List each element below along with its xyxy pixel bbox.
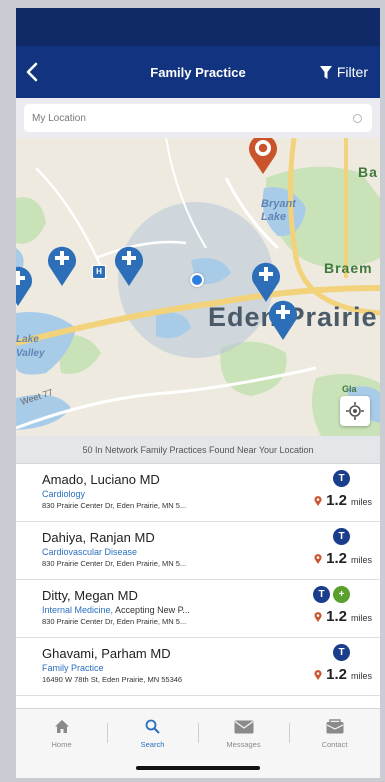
hospital-marker-icon: H xyxy=(92,265,106,279)
map-label-top-right: Ba xyxy=(358,164,378,180)
distance-value: 1.2 xyxy=(326,492,347,509)
search-icon xyxy=(145,719,160,736)
specialty-text: Cardiology xyxy=(42,489,86,499)
tier-badge: T xyxy=(313,586,330,603)
provider-name: Amado, Luciano MD xyxy=(42,472,160,487)
accepting-patients-badge: + xyxy=(333,586,350,603)
map-base xyxy=(16,138,380,436)
map-label-lake: Bryant Lake xyxy=(261,198,296,223)
provider-badges: T xyxy=(333,644,350,661)
home-indicator xyxy=(136,766,260,770)
map-label-edge-left-top: Lake xyxy=(16,334,39,345)
tab-messages[interactable]: Messages xyxy=(198,709,289,759)
map-view[interactable]: Eden Prairie Bryant Lake Braem Lake Vall… xyxy=(16,138,380,436)
map-pin[interactable] xyxy=(16,264,34,306)
result-row[interactable]: Dahiya, Ranjan MD Cardiovascular Disease… xyxy=(16,522,380,580)
result-row[interactable]: Ghavami, Parham MD Family Practice 16490… xyxy=(16,638,380,696)
provider-specialty: Cardiovascular Disease xyxy=(42,547,267,557)
distance-value: 1.2 xyxy=(326,666,347,683)
map-pin[interactable] xyxy=(113,244,145,286)
specialty-text: Cardiovascular Disease xyxy=(42,547,138,557)
location-pin-icon xyxy=(314,669,322,680)
recenter-button[interactable] xyxy=(340,396,370,426)
map-label-braemar: Braem xyxy=(324,260,373,276)
specialty-text: Family Practice xyxy=(42,663,104,673)
provider-badges: T + xyxy=(313,586,350,603)
map-label-bottom-right: Gla xyxy=(342,384,357,394)
provider-specialty: Family Practice xyxy=(42,663,267,673)
results-list: Amado, Luciano MD Cardiology 830 Prairie… xyxy=(16,464,380,696)
user-location-dot xyxy=(190,273,204,287)
map-pin[interactable] xyxy=(46,244,78,286)
provider-distance: 1.2 miles xyxy=(314,550,372,567)
result-row[interactable]: Ditty, Megan MD Internal Medicine, Accep… xyxy=(16,580,380,638)
tab-label: Home xyxy=(51,740,72,749)
distance-unit: miles xyxy=(350,671,372,681)
home-icon xyxy=(54,719,70,736)
map-pin[interactable] xyxy=(267,298,299,340)
funnel-icon xyxy=(319,65,332,79)
provider-address: 16490 W 78th St, Eden Prairie, MN 55346 xyxy=(42,675,183,684)
provider-name: Ghavami, Parham MD xyxy=(42,646,171,661)
tab-label: Contact xyxy=(321,740,348,749)
status-bar xyxy=(16,8,380,46)
distance-value: 1.2 xyxy=(326,550,347,567)
filter-button[interactable]: Filter xyxy=(319,46,368,98)
distance-unit: miles xyxy=(350,497,372,507)
tab-label: Search xyxy=(140,740,165,749)
provider-badges: T xyxy=(333,528,350,545)
specialty-extra: Accepting New P... xyxy=(113,605,190,615)
location-placeholder: My Location xyxy=(32,112,86,124)
provider-address: 830 Prairie Center Dr, Eden Prairie, MN … xyxy=(42,501,187,510)
tier-badge: T xyxy=(333,470,350,487)
provider-specialty: Internal Medicine, Accepting New P... xyxy=(42,605,267,615)
provider-distance: 1.2 miles xyxy=(314,608,372,625)
results-summary: 50 In Network Family Practices Found Nea… xyxy=(16,436,380,464)
provider-badges: T xyxy=(333,470,350,487)
envelope-icon xyxy=(234,720,254,736)
tab-home[interactable]: Home xyxy=(16,709,107,759)
map-pin-selected[interactable] xyxy=(246,138,280,174)
result-row[interactable]: Amado, Luciano MD Cardiology 830 Prairie… xyxy=(16,464,380,522)
app-screen: Family Practice Filter My Location Eden … xyxy=(16,8,380,778)
filter-label: Filter xyxy=(336,64,368,80)
distance-unit: miles xyxy=(350,613,372,623)
location-search-input[interactable]: My Location xyxy=(24,104,372,132)
provider-address: 830 Prairie Center Dr, Eden Prairie, MN … xyxy=(42,617,187,626)
back-button[interactable] xyxy=(16,46,48,98)
tab-search[interactable]: Search xyxy=(107,709,198,759)
provider-address: 830 Prairie Center Dr, Eden Prairie, MN … xyxy=(42,559,187,568)
specialty-text: Internal Medicine, xyxy=(42,605,114,615)
location-pin-icon xyxy=(314,611,322,622)
navigation-bar: Family Practice Filter xyxy=(16,46,380,98)
tab-label: Messages xyxy=(226,739,261,749)
provider-specialty: Cardiology xyxy=(42,489,267,499)
contact-icon xyxy=(326,719,344,736)
tab-bar: Home Search Messages Contact xyxy=(16,708,380,778)
location-pin-icon xyxy=(314,553,322,564)
provider-name: Dahiya, Ranjan MD xyxy=(42,530,155,545)
distance-value: 1.2 xyxy=(326,608,347,625)
provider-distance: 1.2 miles xyxy=(314,492,372,509)
search-bar: My Location xyxy=(16,98,380,138)
chevron-left-icon xyxy=(26,62,38,82)
tab-contact[interactable]: Contact xyxy=(289,709,380,759)
tier-badge: T xyxy=(333,644,350,661)
map-pin[interactable] xyxy=(250,260,282,302)
crosshair-icon[interactable] xyxy=(353,113,362,123)
map-label-edge-left-bottom: Valley xyxy=(16,348,45,359)
crosshair-icon xyxy=(346,402,364,420)
provider-distance: 1.2 miles xyxy=(314,666,372,683)
tier-badge: T xyxy=(333,528,350,545)
distance-unit: miles xyxy=(350,555,372,565)
location-pin-icon xyxy=(314,495,322,506)
